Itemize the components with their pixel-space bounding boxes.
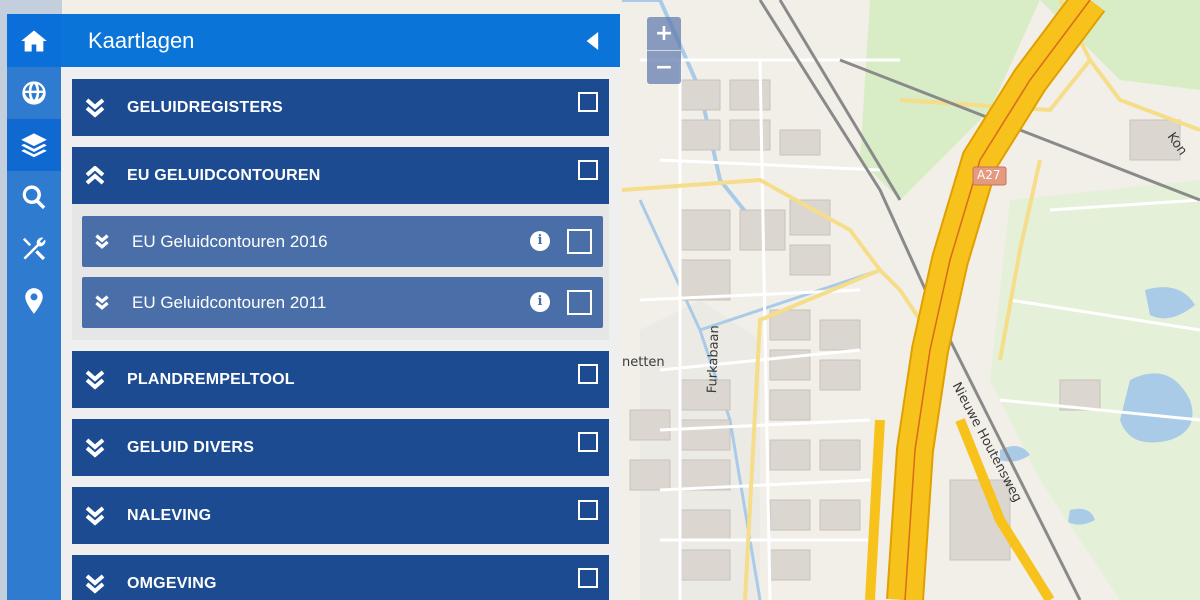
map-marker-icon (25, 288, 43, 314)
sublayer-checkbox[interactable] (567, 290, 592, 315)
layer-group-checkbox[interactable] (578, 364, 598, 384)
layers-button[interactable] (7, 119, 61, 171)
globe-icon (22, 81, 46, 105)
chevron-double-down-icon (85, 369, 105, 390)
sublayer-eu-geluidcontouren-2016[interactable]: EU Geluidcontouren 2016 i (82, 216, 603, 267)
sublayer-list: EU Geluidcontouren 2016 i EU Geluidconto… (72, 204, 609, 340)
chevron-double-down-icon (85, 573, 105, 594)
base-maps-button[interactable] (7, 67, 61, 119)
layer-group-plandrempeltool[interactable]: PLANDREMPELTOOL (72, 351, 609, 408)
sublayer-label: EU Geluidcontouren 2016 (132, 231, 328, 251)
tools-button[interactable] (7, 223, 61, 275)
layers-panel: Kaartlagen GELUIDREGISTERS EU GELUIDCONT… (61, 14, 620, 600)
chevron-double-down-icon (85, 97, 105, 118)
chevron-double-down-icon (95, 233, 109, 249)
layer-group-checkbox[interactable] (578, 160, 598, 180)
layer-group-checkbox[interactable] (578, 92, 598, 112)
layer-group-geluid-divers[interactable]: GELUID DIVERS (72, 419, 609, 476)
home-button[interactable] (7, 14, 61, 67)
chevron-double-down-icon (85, 505, 105, 526)
layer-group-label: PLANDREMPELTOOL (127, 370, 295, 388)
layer-group-label: OMGEVING (127, 574, 217, 592)
layer-group-label: GELUID DIVERS (127, 438, 255, 456)
panel-header: Kaartlagen (61, 14, 620, 67)
street-label-furkabaan: Furkabaan (705, 324, 723, 394)
side-toolbar (7, 14, 61, 600)
layer-group-label: NALEVING (127, 506, 212, 524)
tools-icon (22, 237, 46, 261)
layer-group-omgeving[interactable]: OMGEVING (72, 555, 609, 600)
layer-group-checkbox[interactable] (578, 500, 598, 520)
chevron-double-down-icon (95, 294, 109, 310)
zoom-out-button[interactable]: − (647, 50, 681, 84)
sublayer-label: EU Geluidcontouren 2011 (132, 292, 327, 312)
zoom-in-button[interactable]: + (647, 17, 681, 50)
layer-group-label: EU GELUIDCONTOUREN (127, 166, 321, 184)
search-icon (22, 185, 46, 210)
collapse-panel-icon[interactable] (586, 31, 600, 50)
home-icon (21, 30, 47, 51)
road-shield-label: A27 (977, 168, 1001, 182)
layer-group-geluidregisters[interactable]: GELUIDREGISTERS (72, 79, 609, 136)
info-icon[interactable]: i (530, 231, 550, 251)
chevron-double-down-icon (85, 437, 105, 458)
info-icon[interactable]: i (530, 292, 550, 312)
layer-group-naleving[interactable]: NALEVING (72, 487, 609, 544)
sublayer-eu-geluidcontouren-2011[interactable]: EU Geluidcontouren 2011 i (82, 277, 603, 328)
layer-group-label: GELUIDREGISTERS (127, 98, 283, 116)
sublayer-checkbox[interactable] (567, 229, 592, 254)
chevron-double-up-icon (85, 165, 105, 185)
layer-list: GELUIDREGISTERS EU GELUIDCONTOUREN EU Ge… (61, 67, 620, 600)
layers-icon (21, 133, 47, 158)
zoom-control: + − (647, 17, 681, 84)
panel-title: Kaartlagen (88, 27, 195, 53)
layer-group-eu-geluidcontouren[interactable]: EU GELUIDCONTOUREN (72, 147, 609, 204)
place-label-fragment: netten (622, 355, 665, 370)
layer-group-checkbox[interactable] (578, 568, 598, 588)
layer-group-checkbox[interactable] (578, 432, 598, 452)
location-button[interactable] (7, 275, 61, 327)
search-button[interactable] (7, 171, 61, 223)
